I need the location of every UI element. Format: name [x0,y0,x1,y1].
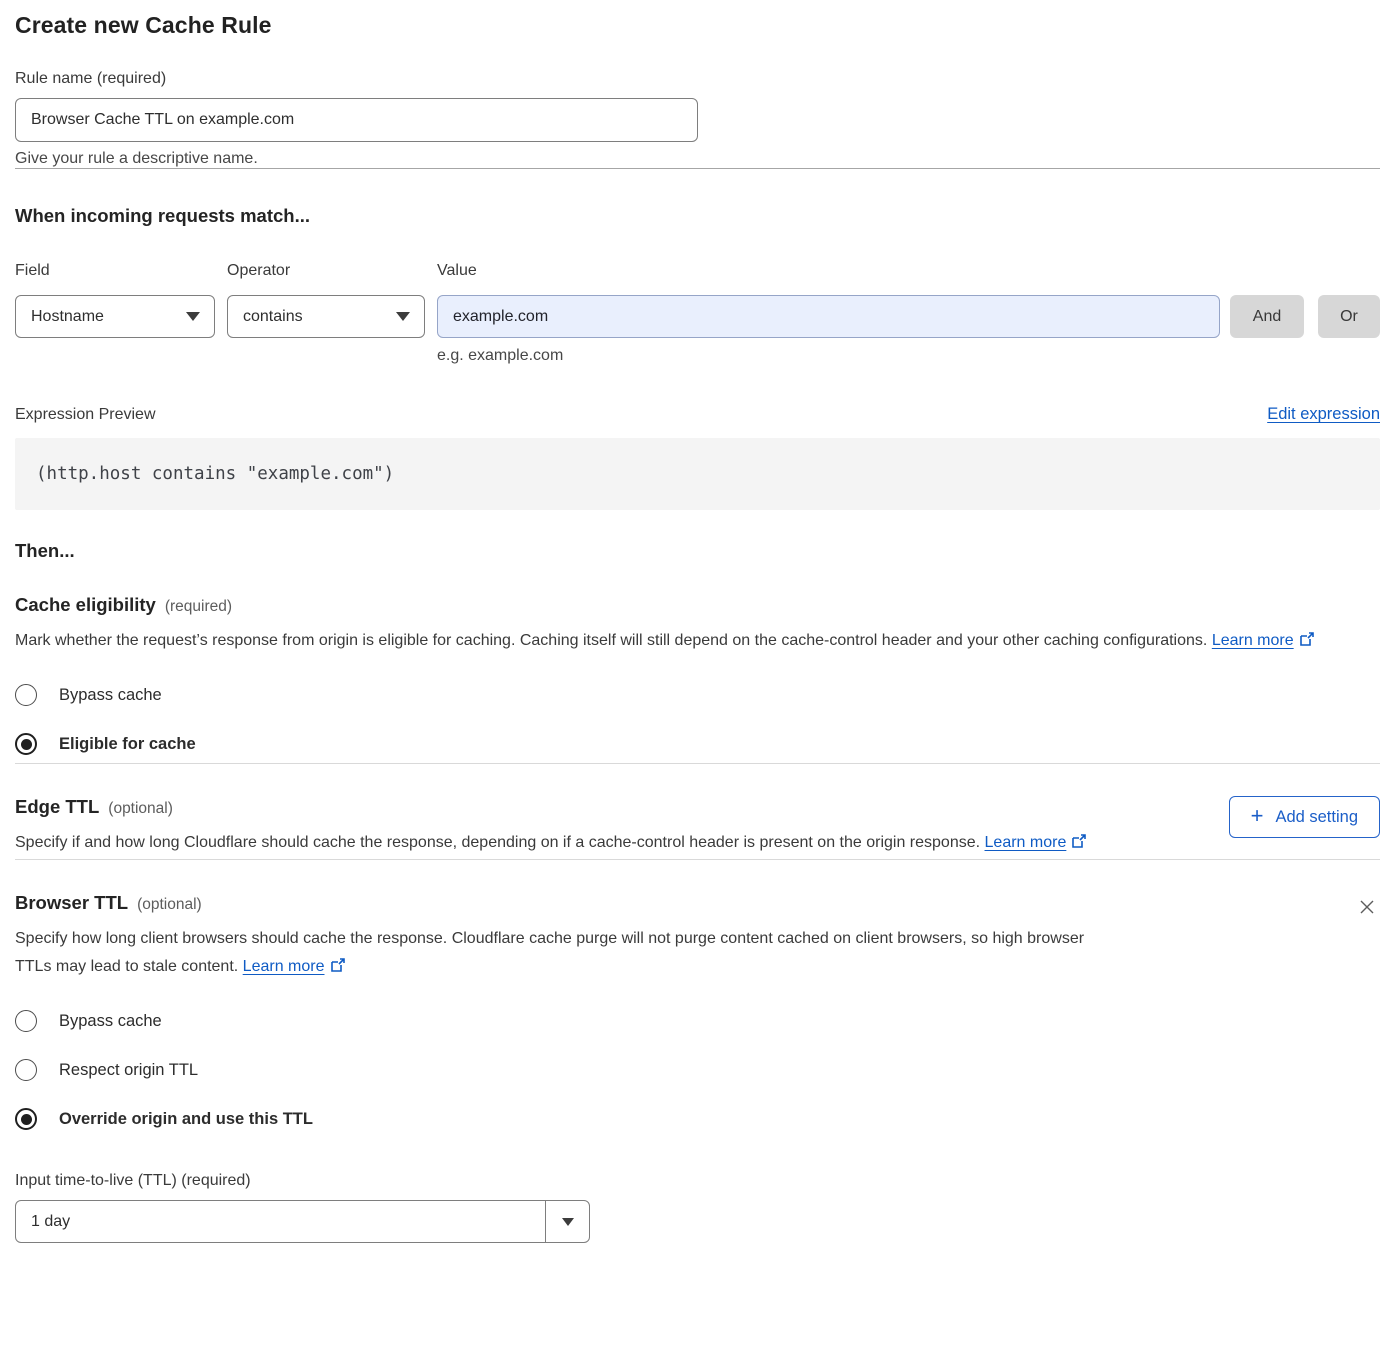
field-select-value: Hostname [31,308,104,326]
browser-ttl-options: Bypass cache Respect origin TTL Override… [15,1010,1380,1130]
expression-code-block: (http.host contains "example.com") [15,438,1380,510]
edge-ttl-learn-more-link[interactable]: Learn more [985,834,1067,851]
and-button[interactable]: And [1230,295,1304,338]
edge-ttl-header: Edge TTL (optional) Specify if and how l… [15,796,1380,859]
radio-icon [15,684,37,706]
browser-ttl-description: Specify how long client browsers should … [15,925,1110,983]
plus-icon: + [1251,805,1264,827]
edge-ttl-description: Specify if and how long Cloudflare shoul… [15,829,1087,859]
operator-select[interactable]: contains [227,295,425,338]
cache-eligibility-options: Bypass cache Eligible for cache [15,684,1380,755]
field-select[interactable]: Hostname [15,295,215,338]
radio-label: Bypass cache [59,686,162,705]
cache-eligibility-heading: Cache eligibility [15,594,156,616]
external-link-icon [330,955,346,983]
expression-code: (http.host contains "example.com") [36,464,394,484]
then-heading: Then... [15,540,1380,562]
ttl-select-value: 1 day [16,1201,545,1242]
field-label: Field [15,262,227,280]
external-link-icon [1299,629,1315,657]
ttl-select-arrow-segment[interactable] [545,1201,589,1242]
radio-icon [15,1108,37,1130]
edge-ttl-optional-badge: (optional) [108,800,173,818]
value-help: e.g. example.com [437,347,1380,365]
add-setting-button[interactable]: + Add setting [1229,796,1380,838]
radio-label: Bypass cache [59,1012,162,1031]
radio-icon [15,1010,37,1032]
close-icon [1356,896,1378,918]
radio-bypass-cache[interactable]: Bypass cache [15,684,1380,706]
operator-label: Operator [227,262,437,280]
chevron-down-icon [562,1218,574,1226]
browser-ttl-learn-more-link[interactable]: Learn more [243,958,325,975]
ttl-select[interactable]: 1 day [15,1200,590,1243]
section-divider [15,763,1380,764]
ttl-input-label: Input time-to-live (TTL) (required) [15,1172,1380,1190]
browser-ttl-heading-row: Browser TTL (optional) [15,892,1110,914]
add-setting-label: Add setting [1275,808,1358,827]
rule-name-label: Rule name (required) [15,70,1380,88]
remove-browser-ttl-button[interactable] [1354,894,1380,920]
radio-label: Eligible for cache [59,735,196,754]
cache-eligibility-learn-more-link[interactable]: Learn more [1212,632,1294,649]
radio-label: Respect origin TTL [59,1061,198,1080]
edge-ttl-heading-row: Edge TTL (optional) [15,796,1087,818]
value-label: Value [437,262,477,280]
radio-icon [15,1059,37,1081]
or-button[interactable]: Or [1318,295,1380,338]
cache-eligibility-description: Mark whether the request’s response from… [15,627,1350,657]
radio-icon [15,733,37,755]
chevron-down-icon [396,312,410,321]
match-column-labels: Field Operator Value [15,262,1380,280]
section-divider [15,168,1380,169]
radio-label: Override origin and use this TTL [59,1110,313,1129]
browser-ttl-description-text: Specify how long client browsers should … [15,930,1084,975]
edit-expression-link[interactable]: Edit expression [1267,405,1380,424]
match-row: Hostname contains And Or [15,295,1380,338]
match-heading: When incoming requests match... [15,205,1380,227]
cache-eligibility-required-badge: (required) [165,598,232,616]
radio-respect-origin-ttl[interactable]: Respect origin TTL [15,1059,1380,1081]
radio-eligible-for-cache[interactable]: Eligible for cache [15,733,1380,755]
expression-header: Expression Preview Edit expression [15,405,1380,424]
rule-name-input[interactable] [15,98,698,142]
section-divider [15,859,1380,860]
cache-eligibility-description-text: Mark whether the request’s response from… [15,632,1207,649]
browser-ttl-optional-badge: (optional) [137,896,202,914]
browser-ttl-heading: Browser TTL [15,892,128,914]
cache-eligibility-header: Cache eligibility (required) [15,594,1380,616]
page-title: Create new Cache Rule [15,12,1380,39]
browser-ttl-header: Browser TTL (optional) Specify how long … [15,892,1380,983]
expression-preview-label: Expression Preview [15,406,156,424]
operator-select-value: contains [243,308,303,326]
radio-bypass-cache-browser[interactable]: Bypass cache [15,1010,1380,1032]
edge-ttl-description-text: Specify if and how long Cloudflare shoul… [15,834,980,851]
chevron-down-icon [186,312,200,321]
rule-name-help: Give your rule a descriptive name. [15,150,1380,168]
edge-ttl-heading: Edge TTL [15,796,99,818]
external-link-icon [1071,831,1087,859]
value-input[interactable] [437,295,1220,338]
radio-override-origin-ttl[interactable]: Override origin and use this TTL [15,1108,1380,1130]
